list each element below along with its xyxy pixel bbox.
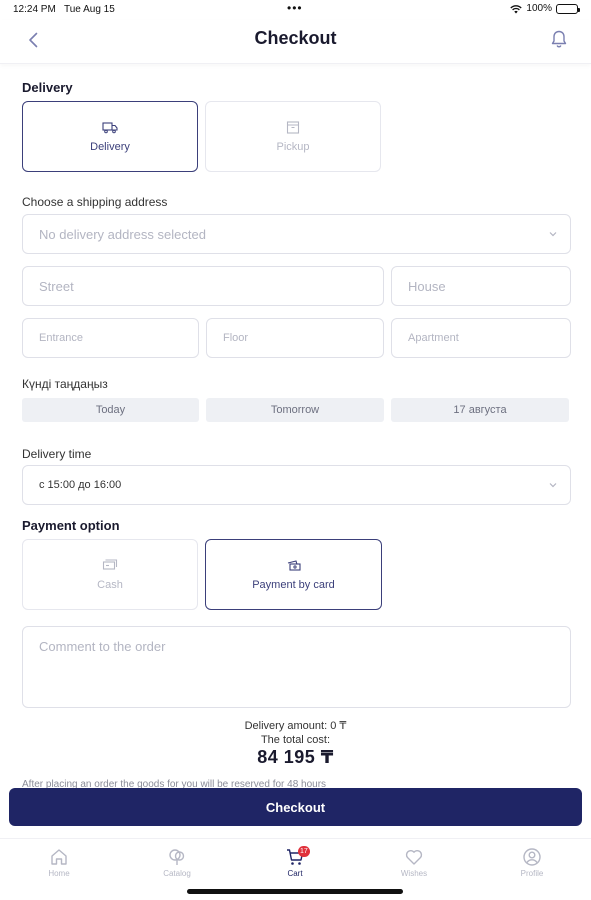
truck-icon (102, 122, 118, 134)
tab-home-label: Home (48, 869, 70, 878)
bell-icon[interactable] (549, 29, 569, 49)
total-cost-label: The total cost: (260, 734, 331, 746)
status-date: Tue Aug 15 (64, 4, 115, 15)
street-placeholder: Street (39, 278, 74, 294)
delivery-method-label: Delivery (90, 141, 130, 153)
heart-icon (405, 849, 423, 865)
date-option-tomorrow[interactable]: Tomorrow (206, 398, 384, 422)
tab-cart[interactable]: 17 Cart (260, 846, 330, 878)
tab-cart-label: Cart (287, 869, 303, 878)
delivery-time-value: с 15:00 до 16:00 (39, 479, 122, 491)
cash-icon (102, 559, 118, 570)
delivery-section-title: Delivery (22, 80, 73, 95)
delivery-time-label: Delivery time (22, 447, 92, 461)
status-right: 100% (510, 3, 580, 14)
box-icon (286, 121, 300, 134)
tab-profile[interactable]: Profile (497, 847, 567, 878)
tab-wishes-label: Wishes (400, 869, 428, 878)
floor-placeholder: Floor (223, 332, 249, 344)
tab-wishes[interactable]: Wishes (379, 847, 449, 878)
street-field[interactable]: Street (22, 266, 384, 306)
page-title: Checkout (254, 28, 337, 48)
chevron-down-icon (549, 232, 557, 237)
cart-badge: 17 (298, 846, 310, 857)
floor-field[interactable]: Floor (206, 318, 384, 358)
entrance-field[interactable]: Entrance (22, 318, 199, 358)
payment-section-title: Payment option (22, 518, 120, 533)
tab-catalog-label: Catalog (163, 869, 191, 878)
delivery-method-pickup[interactable]: Pickup (205, 101, 381, 172)
comment-placeholder: Comment to the order (39, 639, 166, 654)
order-comment-textarea[interactable]: Comment to the order (22, 626, 571, 708)
date-label: Күнді таңдаңыз (22, 377, 108, 391)
shipping-address-label: Choose a shipping address (22, 195, 168, 209)
profile-icon (523, 848, 541, 866)
card-icon (287, 560, 301, 571)
tab-profile-label: Profile (520, 869, 544, 878)
house-placeholder: House (408, 278, 446, 294)
delivery-method-delivery[interactable]: Delivery (22, 101, 198, 172)
cash-method-label: Cash (97, 579, 123, 591)
delivery-time-select[interactable]: с 15:00 до 16:00 (22, 465, 571, 505)
home-indicator (187, 889, 403, 894)
tab-catalog[interactable]: Catalog (142, 847, 212, 878)
home-icon (51, 849, 67, 865)
card-method-label: Payment by card (252, 579, 335, 591)
date-option-today[interactable]: Today (22, 398, 199, 422)
payment-method-cash[interactable]: Cash (22, 539, 198, 610)
tab-home[interactable]: Home (24, 847, 94, 878)
total-cost-value: 84 195 ₸ (257, 747, 334, 767)
house-field[interactable]: House (391, 266, 571, 306)
status-bar: 12:24 PM Tue Aug 15 ••• 100% (0, 0, 591, 20)
entrance-placeholder: Entrance (39, 332, 84, 344)
nav-header: Checkout (0, 20, 591, 64)
payment-method-card[interactable]: Payment by card (205, 539, 382, 610)
battery-icon (556, 3, 580, 14)
chevron-down-icon (549, 483, 557, 488)
checkout-button[interactable]: Checkout (9, 788, 582, 826)
apartment-placeholder: Apartment (408, 332, 459, 344)
battery-percent: 100% (526, 3, 552, 14)
multitasking-dots[interactable]: ••• (287, 1, 303, 15)
apartment-field[interactable]: Apartment (391, 318, 571, 358)
catalog-icon (169, 849, 185, 865)
pickup-method-label: Pickup (276, 141, 310, 153)
wifi-icon (510, 4, 523, 13)
order-summary: Delivery amount: 0 ₸ The total cost: 84 … (0, 719, 591, 768)
status-time: 12:24 PM (13, 4, 56, 15)
date-option-17-august[interactable]: 17 августа (391, 398, 569, 422)
shipping-address-value: No delivery address selected (39, 226, 206, 242)
shipping-address-select[interactable]: No delivery address selected (22, 214, 571, 254)
delivery-amount: Delivery amount: 0 ₸ (244, 720, 347, 732)
